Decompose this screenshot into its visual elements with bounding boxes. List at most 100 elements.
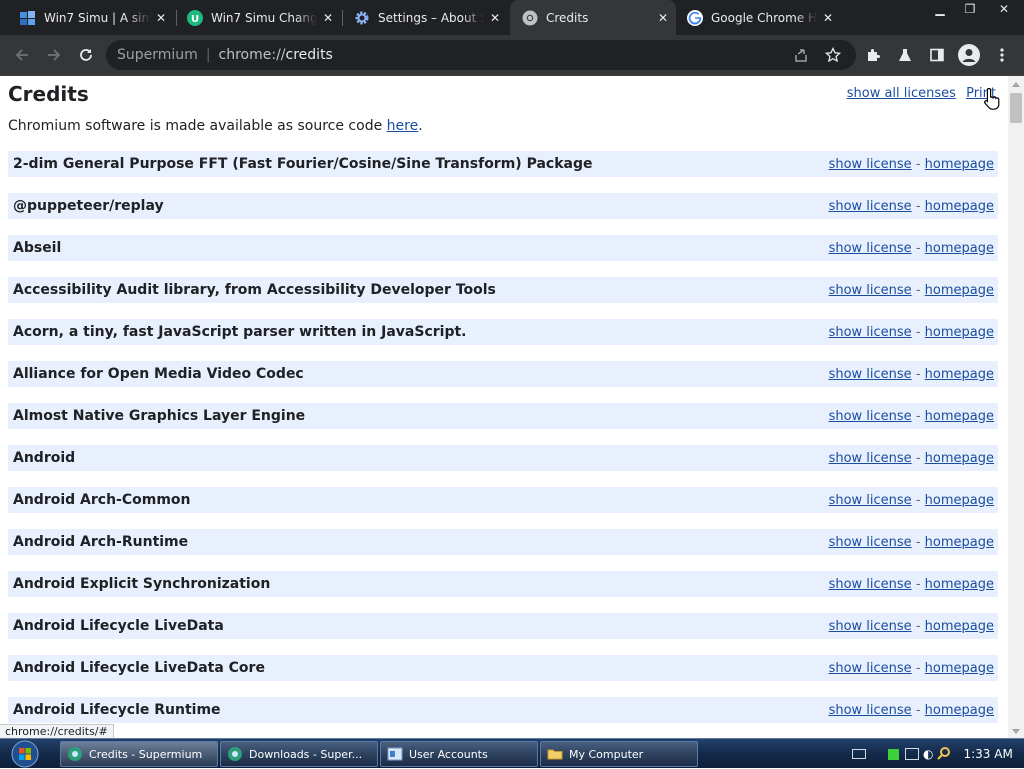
- bookmark-star-icon[interactable]: [819, 41, 847, 69]
- control-panel-icon: [387, 746, 403, 762]
- tab-close-icon[interactable]: ✕: [150, 11, 172, 25]
- homepage-link[interactable]: homepage: [925, 703, 994, 718]
- show-license-link[interactable]: show license: [829, 535, 912, 550]
- tab-win7-simu[interactable]: Win7 Simu | A simulator ✕: [8, 0, 174, 35]
- network-icon[interactable]: [905, 748, 919, 760]
- show-license-link[interactable]: show license: [829, 493, 912, 508]
- homepage-link[interactable]: homepage: [925, 451, 994, 466]
- folder-icon: [547, 746, 563, 762]
- tab-close-icon[interactable]: ✕: [317, 11, 339, 25]
- show-license-link[interactable]: show license: [829, 577, 912, 592]
- link-separator: -: [915, 324, 921, 340]
- share-icon[interactable]: [787, 41, 815, 69]
- show-license-link[interactable]: show license: [829, 157, 912, 172]
- green-square-icon[interactable]: [888, 748, 899, 760]
- homepage-link[interactable]: homepage: [925, 199, 994, 214]
- address-bar[interactable]: Supermium | chrome://credits: [106, 40, 856, 70]
- credit-row: Android Lifecycle LiveData show license -…: [8, 613, 998, 639]
- homepage-link[interactable]: homepage: [925, 157, 994, 172]
- link-separator: -: [915, 282, 921, 298]
- menu-kebab-icon[interactable]: [988, 41, 1016, 69]
- credit-row: Abseil show license - homepage: [8, 235, 998, 261]
- keyboard-icon[interactable]: [852, 749, 866, 759]
- taskbar-item-my-computer[interactable]: My Computer: [540, 741, 698, 767]
- scrollbar-thumb[interactable]: [1010, 93, 1022, 123]
- homepage-link[interactable]: homepage: [925, 577, 994, 592]
- show-license-link[interactable]: show license: [829, 409, 912, 424]
- credit-links: show license - homepage: [829, 199, 994, 214]
- homepage-link[interactable]: homepage: [925, 535, 994, 550]
- taskbar-item-credits[interactable]: Credits - Supermium: [60, 741, 218, 767]
- homepage-link[interactable]: homepage: [925, 283, 994, 298]
- homepage-link[interactable]: homepage: [925, 409, 994, 424]
- credit-links: show license - homepage: [829, 157, 994, 172]
- credit-row: Almost Native Graphics Layer Engine show …: [8, 403, 998, 429]
- homepage-link[interactable]: homepage: [925, 493, 994, 508]
- forward-icon[interactable]: [40, 41, 68, 69]
- reload-icon[interactable]: [72, 41, 100, 69]
- show-license-link[interactable]: show license: [829, 451, 912, 466]
- show-license-link[interactable]: show license: [829, 283, 912, 298]
- link-separator: -: [915, 198, 921, 214]
- show-license-link[interactable]: show license: [829, 619, 912, 634]
- show-license-link[interactable]: show license: [829, 703, 912, 718]
- tab-win7-simu-changelog[interactable]: U Win7 Simu Changelog ✕: [175, 0, 341, 35]
- homepage-link[interactable]: homepage: [925, 367, 994, 382]
- show-license-link[interactable]: show license: [829, 661, 912, 676]
- credit-row: Android Explicit Synchronization show lic…: [8, 571, 998, 597]
- restore-icon[interactable]: ❐: [955, 0, 985, 18]
- link-separator: -: [915, 492, 921, 508]
- tab-credits[interactable]: Credits ✕: [510, 0, 676, 35]
- credit-links: show license - homepage: [829, 619, 994, 634]
- back-icon[interactable]: [8, 41, 36, 69]
- homepage-link[interactable]: homepage: [925, 325, 994, 340]
- credit-name: Almost Native Graphics Layer Engine: [13, 408, 306, 424]
- intro-period: .: [418, 118, 423, 134]
- side-panel-icon[interactable]: [923, 41, 951, 69]
- link-separator: -: [915, 450, 921, 466]
- show-license-link[interactable]: show license: [829, 325, 912, 340]
- credit-row: @puppeteer/replay show license - homepage: [8, 193, 998, 219]
- close-window-icon[interactable]: ✕: [985, 0, 1023, 18]
- start-orb-icon[interactable]: [3, 740, 47, 768]
- credit-links: show license - homepage: [829, 535, 994, 550]
- taskbar-item-downloads[interactable]: Downloads - Super...: [220, 741, 378, 767]
- scroll-down-arrow-icon[interactable]: [1012, 729, 1020, 734]
- credit-row: Android Arch-Common show license - homepa…: [8, 487, 998, 513]
- minimize-icon[interactable]: ▁: [925, 0, 955, 18]
- credit-row: Android Lifecycle LiveData Core show lice…: [8, 655, 998, 681]
- credit-name: Android Lifecycle LiveData Core: [13, 660, 265, 676]
- tab-settings-about[interactable]: Settings – About Supermium ✕: [342, 0, 508, 35]
- show-license-link[interactable]: show license: [829, 367, 912, 382]
- status-bar-url: chrome://credits/#: [0, 724, 114, 739]
- taskbar-item-label: My Computer: [569, 747, 644, 761]
- profile-avatar-icon[interactable]: [955, 41, 983, 69]
- link-separator: -: [915, 240, 921, 256]
- credit-links: show license - homepage: [829, 325, 994, 340]
- credit-row: Android show license - homepage: [8, 445, 998, 471]
- omnibox-separator: |: [205, 47, 211, 63]
- taskbar-item-user-accounts[interactable]: User Accounts: [380, 741, 538, 767]
- tab-google-chrome-help[interactable]: Google Chrome Help ✕: [675, 0, 841, 35]
- chrome-logo-icon: [522, 10, 538, 26]
- volume-icon[interactable]: ◐: [923, 747, 933, 761]
- vertical-scrollbar[interactable]: [1008, 76, 1024, 738]
- google-g-icon: [687, 9, 703, 26]
- source-code-here-link[interactable]: here: [387, 118, 419, 134]
- homepage-link[interactable]: homepage: [925, 241, 994, 256]
- show-all-licenses-link[interactable]: show all licenses: [847, 86, 956, 101]
- taskbar-item-label: Downloads - Super...: [249, 747, 363, 761]
- homepage-link[interactable]: homepage: [925, 619, 994, 634]
- tab-close-icon[interactable]: ✕: [817, 11, 839, 25]
- changelog-favicon-icon: U: [187, 9, 203, 26]
- show-license-link[interactable]: show license: [829, 241, 912, 256]
- search-icon[interactable]: [937, 746, 951, 763]
- clock: 1:33 AM: [963, 747, 1013, 761]
- tab-close-icon[interactable]: ✕: [652, 11, 674, 25]
- show-license-link[interactable]: show license: [829, 199, 912, 214]
- scroll-up-arrow-icon[interactable]: [1012, 82, 1020, 87]
- tab-close-icon[interactable]: ✕: [484, 11, 506, 25]
- extensions-puzzle-icon[interactable]: [859, 41, 887, 69]
- labs-flask-icon[interactable]: [891, 41, 919, 69]
- homepage-link[interactable]: homepage: [925, 661, 994, 676]
